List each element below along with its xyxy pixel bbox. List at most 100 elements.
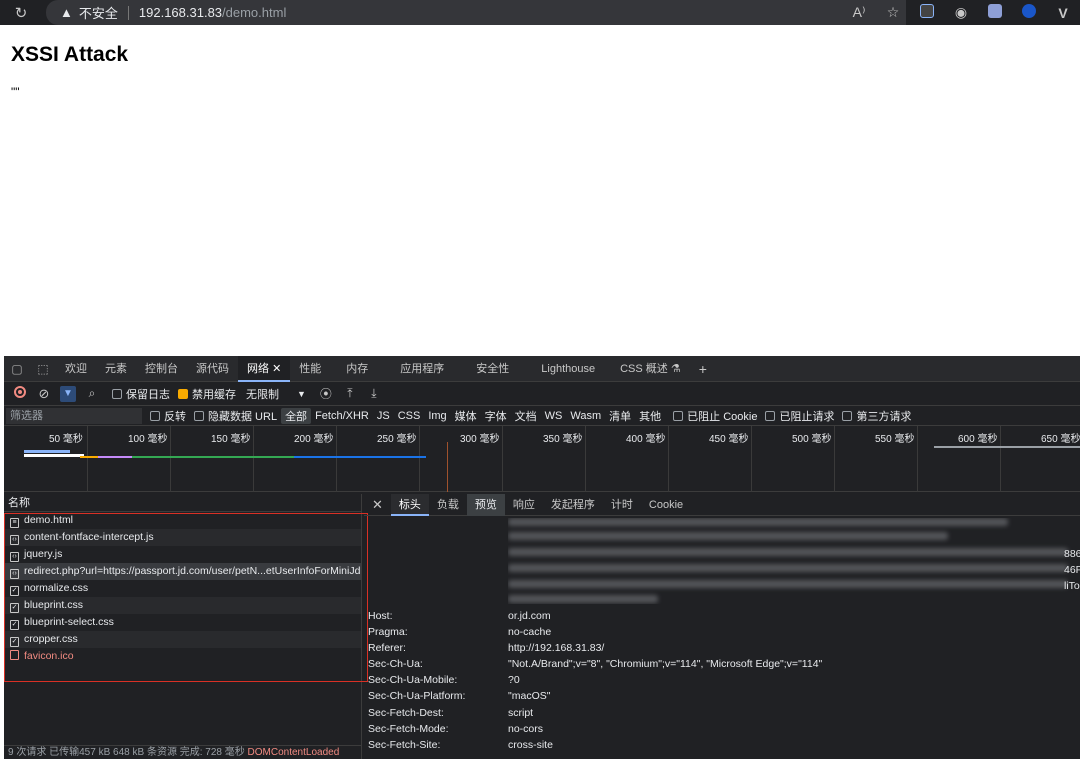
extension-badge-icon[interactable] xyxy=(910,4,944,21)
request-row[interactable]: ‹› content-fontface-intercept.js xyxy=(4,529,361,546)
devtools-panel: ▢ ⬚ 欢迎 元素 控制台 源代码 网络 ✕ 性能 内存 应用程序 安全性 Li… xyxy=(4,355,1080,759)
add-tab-icon[interactable]: + xyxy=(690,356,716,382)
filter-type-wasm[interactable]: Wasm xyxy=(566,410,605,422)
header-value: no-cache xyxy=(508,626,552,638)
stylesheet-icon: ✓ xyxy=(10,620,19,630)
import-har-icon[interactable]: ⤒ xyxy=(338,386,362,401)
tab-lighthouse[interactable]: Lighthouse xyxy=(525,356,611,382)
request-row[interactable]: ‹› jquery.js xyxy=(4,546,361,563)
header-key: Referer: xyxy=(368,642,406,654)
invert-checkbox[interactable] xyxy=(150,410,160,421)
filter-type-js[interactable]: JS xyxy=(373,410,394,422)
close-details-icon[interactable]: ✕ xyxy=(364,494,391,516)
request-row[interactable]: ✓ cropper.css xyxy=(4,631,361,648)
throttling-chevron-down-icon[interactable]: ▼ xyxy=(297,389,306,399)
extension-blue-icon[interactable] xyxy=(1012,4,1046,21)
network-conditions-icon[interactable]: ⦿ xyxy=(314,385,338,402)
extension-window-icon[interactable] xyxy=(978,4,1012,21)
warning-icon: ▲ xyxy=(60,5,73,20)
search-icon[interactable]: ⌕ xyxy=(80,386,104,401)
request-row[interactable]: ✓ normalize.css xyxy=(4,580,361,597)
request-list: 名称 ≡ demo.html ‹› content-fontface-interce… xyxy=(4,494,368,759)
timeline-gridline xyxy=(834,426,835,492)
preserve-log-checkbox[interactable] xyxy=(112,388,122,399)
filter-icon[interactable]: ▼ xyxy=(56,385,80,402)
tab-performance[interactable]: 性能 xyxy=(290,356,330,382)
invert-label: 反转 xyxy=(164,410,186,423)
details-tab-headers[interactable]: 标头 xyxy=(390,493,429,516)
header-value: cross-site xyxy=(508,739,553,751)
request-row[interactable]: ‹› redirect.php?url=https://passport.jd.c… xyxy=(4,563,361,580)
header-key: Sec-Fetch-Site: xyxy=(368,739,441,751)
tab-css-overview-label: CSS 概述 xyxy=(620,362,668,375)
tab-welcome[interactable]: 欢迎 xyxy=(56,356,96,382)
filter-type-font[interactable]: 字体 xyxy=(481,408,511,424)
filter-type-media[interactable]: 媒体 xyxy=(451,408,481,424)
blocked-cookies-checkbox[interactable] xyxy=(673,410,684,421)
filter-type-other[interactable]: 其他 xyxy=(635,408,665,424)
tab-elements[interactable]: 元素 xyxy=(96,356,136,382)
details-tab-preview[interactable]: 预览 xyxy=(466,493,505,516)
tab-memory[interactable]: 内存 xyxy=(330,356,384,382)
timeline-bar xyxy=(934,446,1080,448)
filter-type-css[interactable]: CSS xyxy=(394,410,425,422)
third-party-checkbox[interactable] xyxy=(842,410,853,421)
filter-type-ws[interactable]: WS xyxy=(541,410,567,422)
clear-icon[interactable]: ⊘ xyxy=(32,386,56,402)
network-overview-timeline[interactable]: 50 毫秒 100 毫秒 150 毫秒 200 毫秒 250 毫秒 300 毫秒… xyxy=(4,426,1080,492)
blocked-requests-checkbox[interactable] xyxy=(765,410,776,421)
close-tab-icon[interactable]: ✕ xyxy=(272,363,281,375)
request-row[interactable]: ≡ demo.html xyxy=(4,512,361,529)
tab-application[interactable]: 应用程序 xyxy=(384,356,460,382)
filter-type-doc[interactable]: 文档 xyxy=(511,408,541,424)
header-key: Sec-Fetch-Mode: xyxy=(368,723,449,735)
read-aloud-icon[interactable]: A⁾ xyxy=(842,4,876,21)
network-toolbar: ⊘ ▼ ⌕ 保留日志 禁用缓存 无限制 ▼ ⦿ ⤒ ⤓ xyxy=(4,382,1080,406)
throttling-select[interactable]: 无限制 xyxy=(246,386,279,402)
insecure-label[interactable]: 不安全 xyxy=(79,3,118,22)
tab-css-overview[interactable]: CSS 概述 ⚗ xyxy=(611,356,690,382)
disable-cache-checkbox[interactable] xyxy=(178,388,188,399)
details-tab-timing[interactable]: 计时 xyxy=(603,494,641,516)
tab-sources[interactable]: 源代码 xyxy=(187,356,238,382)
tab-console[interactable]: 控制台 xyxy=(136,356,187,382)
extension-circle-icon[interactable]: ◉ xyxy=(944,4,978,21)
filter-type-img[interactable]: Img xyxy=(424,410,450,422)
address-bar[interactable]: ▲ 不安全 192.168.31.83/demo.html xyxy=(46,0,906,25)
timeline-gridline xyxy=(336,426,337,492)
details-tab-cookies[interactable]: Cookie xyxy=(641,494,691,516)
filter-bar: 筛选器 反转 隐藏数据 URL 全部 Fetch/XHR JS CSS Img … xyxy=(4,406,1080,426)
details-tab-payload[interactable]: 负载 xyxy=(429,494,467,516)
url-host[interactable]: 192.168.31.83 xyxy=(139,5,222,20)
filter-type-all[interactable]: 全部 xyxy=(281,407,312,424)
filter-type-manifest[interactable]: 清单 xyxy=(605,408,635,424)
inspect-element-icon[interactable]: ⬚ xyxy=(30,362,56,376)
tab-security[interactable]: 安全性 xyxy=(460,356,525,382)
favorite-star-icon[interactable]: ☆ xyxy=(876,4,910,21)
extension-v-icon[interactable]: V xyxy=(1046,5,1080,21)
device-toolbar-icon[interactable]: ▢ xyxy=(4,362,30,376)
timeline-bar xyxy=(132,456,294,458)
tab-network[interactable]: 网络 ✕ xyxy=(238,355,291,382)
url-path[interactable]: /demo.html xyxy=(222,5,286,20)
reload-icon[interactable]: ↻ xyxy=(0,4,42,22)
header-row: Pragma: no-cache xyxy=(368,624,551,640)
export-har-icon[interactable]: ⤓ xyxy=(362,386,386,401)
timeline-gridline xyxy=(419,426,420,492)
details-tab-initiator[interactable]: 发起程序 xyxy=(543,494,603,516)
record-icon[interactable] xyxy=(8,386,32,401)
request-row[interactable]: favicon.ico xyxy=(4,648,361,665)
request-row[interactable]: ✓ blueprint.css xyxy=(4,597,361,614)
name-column-header[interactable]: 名称 xyxy=(4,494,361,512)
request-name: content-fontface-intercept.js xyxy=(24,531,154,543)
timeline-bar xyxy=(24,450,70,453)
timeline-tick: 650 毫秒 xyxy=(1041,434,1080,445)
hide-data-urls-checkbox[interactable] xyxy=(194,410,204,421)
timeline-gridline xyxy=(668,426,669,492)
request-row[interactable]: ✓ blueprint-select.css xyxy=(4,614,361,631)
header-row: Sec-Ch-Ua: "Not.A/Brand";v="8", "Chromium… xyxy=(368,656,822,672)
details-tab-response[interactable]: 响应 xyxy=(505,494,543,516)
filter-type-fetch-xhr[interactable]: Fetch/XHR xyxy=(311,410,373,422)
header-row: Referer: http://192.168.31.83/ xyxy=(368,640,604,656)
filter-input[interactable]: 筛选器 xyxy=(6,407,142,424)
